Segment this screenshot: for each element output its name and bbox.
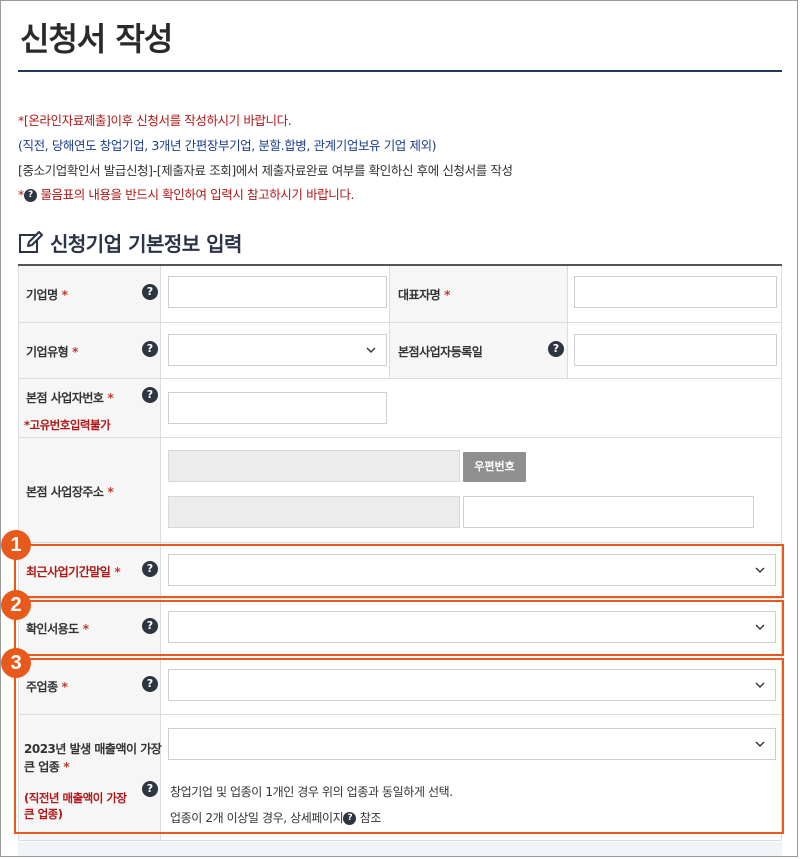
notice-line-1: *[온라인자료제출]이후 신청서를 작성하시기 바랍니다. xyxy=(18,113,292,128)
hq-reg-date-input[interactable] xyxy=(574,334,777,366)
hq-address-label: 본점 사업장주소 * xyxy=(26,485,114,499)
zipcode-input xyxy=(168,450,460,482)
section-title-text: 신청기업 기본정보 입력 xyxy=(50,232,242,256)
step-badge-2: 2 xyxy=(1,590,31,620)
highlight-box-3 xyxy=(14,658,784,834)
chevron-down-icon xyxy=(366,347,376,353)
hq-reg-date-label: 본점사업자등록일 xyxy=(398,345,483,359)
address-detail-input[interactable] xyxy=(463,496,754,528)
notice-line-4: *? 물음표의 내용을 반드시 확인하여 입력시 참고하시기 바랍니다. xyxy=(18,184,354,203)
notice-line-2: (직전, 당해연도 창업기업, 3개년 간편장부기업, 분할.합병, 관계기업보… xyxy=(18,138,437,153)
help-icon: ? xyxy=(23,189,37,202)
help-icon[interactable]: ? xyxy=(142,387,158,403)
edit-icon xyxy=(19,231,43,253)
notice-line-3: [중소기업확인서 발급신청]-[제출자료 조회]에서 제출자료완료 여부를 확인… xyxy=(18,163,513,178)
address-base-input xyxy=(168,496,460,528)
ceo-name-input[interactable] xyxy=(574,276,777,308)
notice-line-4-text: 물음표의 내용을 반드시 확인하여 입력시 참고하시기 바랍니다. xyxy=(40,187,355,202)
help-icon[interactable]: ? xyxy=(142,341,158,357)
title-divider xyxy=(18,70,782,72)
hq-biz-number-input[interactable] xyxy=(168,392,387,424)
hq-biz-number-hint: *고유번호입력불가 xyxy=(24,418,111,432)
company-name-input[interactable] xyxy=(168,276,387,308)
notice-asterisk: * xyxy=(18,187,24,202)
company-name-label: 기업명 * xyxy=(26,288,68,302)
highlight-box-1 xyxy=(14,544,784,598)
hq-biz-number-label: 본점 사업자번호 * xyxy=(26,391,114,405)
ceo-name-label: 대표자명 * xyxy=(398,288,450,302)
section-title: 신청기업 기본정보 입력 xyxy=(18,228,242,257)
company-type-select[interactable] xyxy=(168,334,387,366)
highlight-box-2 xyxy=(14,600,784,656)
bottom-strip xyxy=(18,842,782,856)
zipcode-search-button[interactable]: 우편번호 xyxy=(463,452,526,482)
help-icon[interactable]: ? xyxy=(142,284,158,300)
step-badge-1: 1 xyxy=(1,530,31,560)
page-title: 신청서 작성 xyxy=(20,20,173,58)
company-type-label: 기업유형 * xyxy=(26,345,78,359)
help-icon[interactable]: ? xyxy=(548,341,564,357)
step-badge-3: 3 xyxy=(1,648,31,678)
